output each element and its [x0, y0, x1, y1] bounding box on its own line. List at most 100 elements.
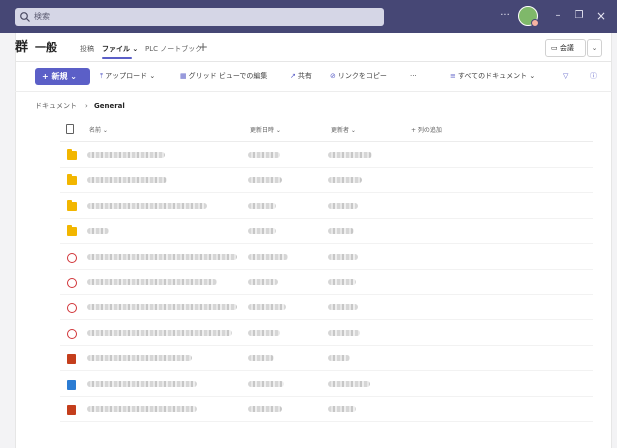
chevron-down-icon: ⌄ — [349, 127, 356, 134]
search-placeholder: 検索 — [34, 12, 50, 21]
redacted-modified-by — [328, 355, 350, 362]
chevron-down-icon: ⌄ — [130, 45, 139, 53]
new-button-label: 新規 — [51, 72, 68, 81]
more-options-icon[interactable]: ··· — [498, 9, 512, 23]
meet-dropdown-button[interactable]: ⌄ — [587, 39, 602, 57]
status-badge — [531, 19, 539, 27]
more-commands-button[interactable]: ··· — [410, 71, 417, 81]
redacted-file-name — [87, 279, 217, 285]
table-row[interactable] — [60, 296, 593, 321]
redacted-modified-date — [248, 329, 280, 336]
header-divider — [15, 61, 612, 62]
table-row[interactable] — [60, 271, 593, 295]
column-header-modified-by-label: 更新者 — [331, 127, 350, 134]
column-header-modified-label: 更新日時 — [250, 127, 275, 134]
avatar[interactable] — [518, 6, 539, 27]
search-box[interactable]: 検索 — [15, 8, 384, 26]
breadcrumb-current: General — [94, 102, 125, 110]
add-tab-button[interactable]: + — [198, 40, 208, 54]
chevron-down-icon: ⌄ — [67, 72, 77, 81]
redacted-modified-date — [248, 253, 288, 260]
upload-button[interactable]: ⤒ アップロード ⌄ — [100, 71, 155, 81]
link-icon: ⊘ — [330, 72, 336, 80]
add-column-button[interactable]: + 列の追加 — [411, 126, 442, 135]
view-selector[interactable]: ≡ すべてのドキュメント ⌄ — [450, 71, 535, 81]
meet-button-label: 会議 — [559, 44, 574, 52]
chevron-down-icon: ⌄ — [274, 127, 281, 134]
table-row[interactable] — [60, 347, 593, 372]
title-bar: 検索 ··· – ❐ × — [0, 0, 617, 33]
file-type-icon[interactable] — [66, 124, 74, 134]
table-row[interactable] — [60, 144, 593, 168]
redacted-modified-date — [248, 406, 282, 412]
redacted-file-name — [87, 152, 165, 158]
table-row[interactable] — [60, 398, 593, 422]
redacted-file-name — [87, 304, 237, 311]
redacted-modified-date — [248, 380, 284, 387]
minimize-button[interactable]: – — [551, 9, 565, 23]
grid-view-button[interactable]: ▦ グリッド ビューでの編集 — [180, 71, 267, 81]
redacted-modified-by — [328, 380, 370, 387]
redacted-modified-by — [328, 202, 358, 209]
meet-button[interactable]: ▭ 会議 — [545, 39, 586, 57]
chevron-down-icon: ⌄ — [101, 127, 108, 134]
redacted-modified-date — [248, 202, 276, 209]
app-rail — [0, 33, 15, 448]
breadcrumb-root[interactable]: ドキュメント — [35, 101, 77, 111]
maximize-button[interactable]: ❐ — [572, 9, 586, 23]
share-icon: ↗ — [290, 72, 296, 80]
right-gutter — [612, 33, 617, 448]
plus-icon: + — [42, 72, 52, 81]
info-icon[interactable]: ⓘ — [590, 71, 597, 81]
redacted-file-name — [87, 202, 207, 209]
grid-view-label: グリッド ビューでの編集 — [188, 72, 268, 80]
tab-files-label: ファイル — [102, 45, 130, 53]
column-header-divider — [60, 141, 593, 142]
redacted-file-name — [87, 253, 237, 260]
table-row[interactable] — [60, 322, 593, 346]
redacted-modified-date — [248, 228, 276, 235]
chevron-right-icon: › — [85, 102, 88, 110]
folder-icon — [67, 149, 77, 160]
table-row[interactable] — [60, 246, 593, 270]
chevron-down-icon: ⌄ — [147, 72, 156, 80]
table-row[interactable] — [60, 195, 593, 219]
redacted-file-name — [87, 406, 197, 412]
copy-link-button[interactable]: ⊘ リンクをコピー — [330, 71, 387, 81]
search-icon — [20, 12, 30, 22]
tab-files[interactable]: ファイル ⌄ — [102, 44, 138, 54]
pdf-file-icon — [67, 252, 77, 263]
share-button[interactable]: ↗ 共有 — [290, 71, 312, 81]
team-logo[interactable]: 群 — [15, 40, 31, 56]
pdf-file-icon — [67, 303, 77, 314]
tab-posts[interactable]: 投稿 — [80, 44, 94, 54]
column-header-modified[interactable]: 更新日時 ⌄ — [250, 126, 281, 135]
new-button[interactable]: + 新規 ⌄ — [35, 68, 90, 85]
share-label: 共有 — [297, 72, 312, 80]
video-icon: ▭ — [551, 44, 560, 52]
filter-icon[interactable]: ▽ — [563, 71, 568, 81]
column-header-name-label: 名前 — [89, 127, 102, 134]
word-file-icon — [67, 379, 76, 390]
folder-icon — [67, 199, 77, 211]
redacted-file-name — [87, 380, 197, 387]
close-button[interactable]: × — [594, 9, 608, 23]
table-row[interactable] — [60, 220, 593, 245]
redacted-modified-by — [328, 279, 356, 285]
column-header-name[interactable]: 名前 ⌄ — [89, 126, 108, 135]
table-row[interactable] — [60, 169, 593, 194]
folder-icon — [67, 174, 77, 186]
redacted-modified-by — [328, 177, 362, 184]
redacted-modified-date — [248, 304, 286, 311]
redacted-file-name — [87, 228, 109, 235]
pdf-file-icon — [67, 328, 77, 339]
folder-icon — [67, 225, 77, 237]
view-selector-label: すべてのドキュメント — [457, 72, 528, 80]
redacted-modified-date — [248, 279, 278, 285]
table-row[interactable] — [60, 373, 593, 397]
redacted-modified-by — [328, 152, 372, 158]
redacted-modified-date — [248, 177, 282, 184]
tab-plc-notebook[interactable]: PLC ノートブック — [145, 44, 202, 54]
column-header-modified-by[interactable]: 更新者 ⌄ — [331, 126, 356, 135]
grid-icon: ▦ — [180, 72, 187, 80]
